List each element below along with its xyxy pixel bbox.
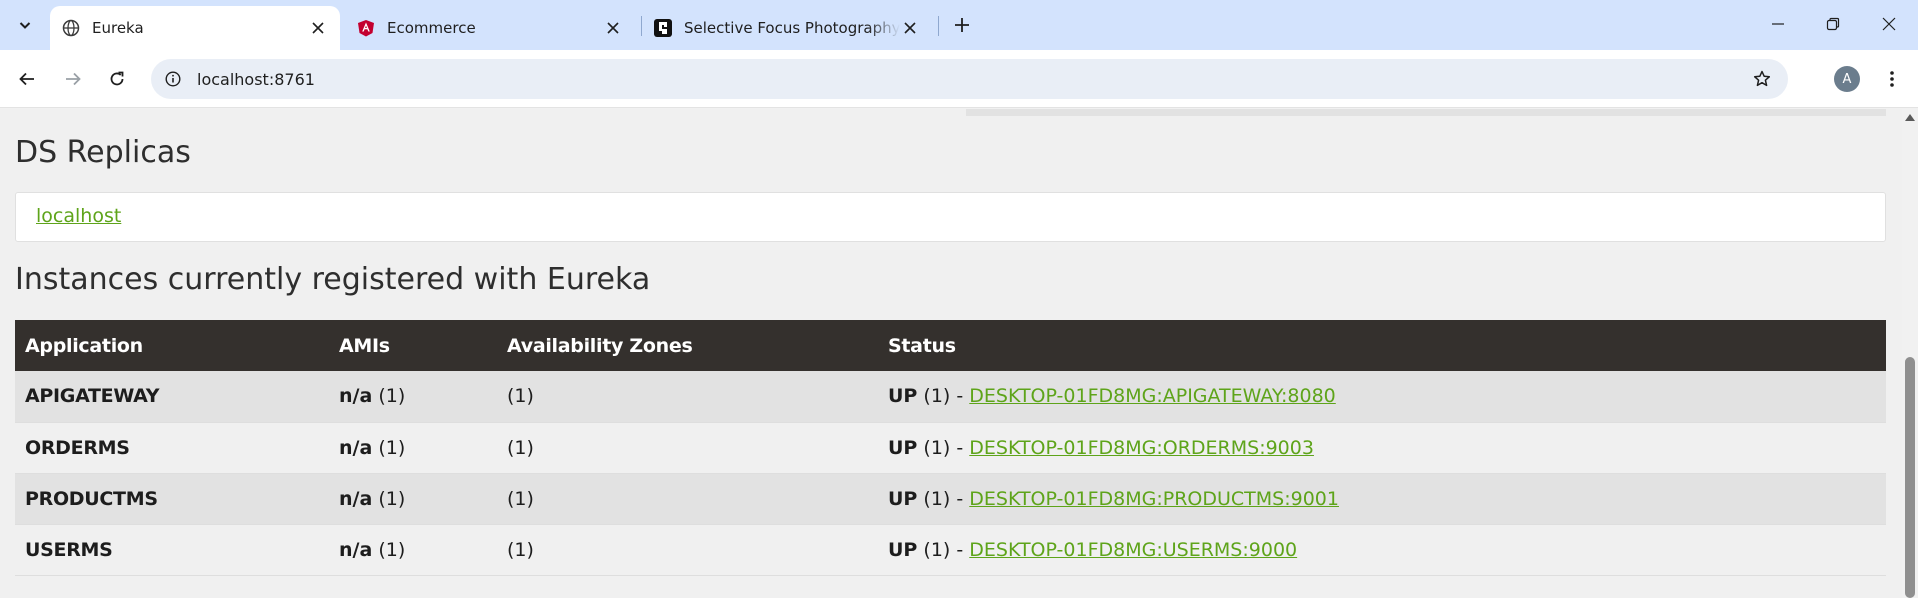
instance-link[interactable]: DESKTOP-01FD8MG:USERMS:9000 [969, 539, 1297, 561]
new-tab-button[interactable] [947, 10, 977, 40]
availability-zones-cell: (1) [497, 422, 878, 474]
forward-button[interactable] [57, 63, 89, 95]
instance-link[interactable]: DESKTOP-01FD8MG:ORDERMS:9003 [969, 437, 1314, 459]
application-name: APIGATEWAY [15, 371, 329, 423]
replica-link[interactable]: localhost [36, 205, 121, 227]
tab-strip: Eureka Ecommerce Selective Focus Photogr… [0, 0, 1918, 50]
table-header-row: Application AMIs Availability Zones Stat… [15, 320, 1886, 371]
tab-search-button[interactable] [10, 10, 40, 40]
ami-count: (1) [378, 436, 406, 459]
ami-count: (1) [378, 487, 406, 510]
bookmark-star-icon[interactable] [1752, 69, 1772, 89]
availability-zones-cell: (1) [497, 371, 878, 423]
tab-selective-focus[interactable]: Selective Focus Photography of [642, 6, 932, 50]
close-window-button[interactable] [1866, 4, 1912, 44]
page-scrollbar[interactable] [1902, 109, 1918, 598]
table-row: ORDERMS n/a (1) (1) UP (1) - DESKTOP-01F… [15, 422, 1886, 474]
header-status: Status [878, 320, 1886, 371]
application-name: ORDERMS [15, 422, 329, 474]
arrow-left-icon [19, 72, 34, 86]
minimize-button[interactable] [1755, 4, 1801, 44]
status-label: UP [888, 436, 918, 459]
ami-count: (1) [378, 385, 406, 408]
ami-count: (1) [378, 538, 406, 561]
instance-link[interactable]: DESKTOP-01FD8MG:APIGATEWAY:8080 [969, 385, 1336, 407]
amis-cell: n/a (1) [329, 524, 497, 576]
address-bar[interactable]: localhost:8761 [151, 59, 1788, 99]
site-info-icon[interactable] [163, 69, 183, 89]
availability-zones-cell: (1) [497, 473, 878, 525]
restore-button[interactable] [1810, 4, 1856, 44]
amis-cell: n/a (1) [329, 422, 497, 474]
ami-label: n/a [339, 487, 373, 510]
status-cell: UP (1) - DESKTOP-01FD8MG:USERMS:9000 [878, 524, 1886, 576]
url-text: localhost:8761 [197, 69, 315, 89]
availability-zones-cell: (1) [497, 524, 878, 576]
tab-separator [938, 16, 939, 36]
application-name: PRODUCTMS [15, 473, 329, 525]
browser-menu-button[interactable] [1880, 63, 1904, 95]
instance-link[interactable]: DESKTOP-01FD8MG:PRODUCTMS:9001 [969, 488, 1339, 510]
status-label: UP [888, 385, 918, 408]
amis-cell: n/a (1) [329, 473, 497, 525]
browser-toolbar: localhost:8761 A [0, 50, 1918, 108]
tab-title: Selective Focus Photography of [684, 19, 900, 37]
angular-icon [357, 19, 375, 37]
ami-label: n/a [339, 436, 373, 459]
globe-icon [62, 19, 80, 37]
status-cell: UP (1) - DESKTOP-01FD8MG:APIGATEWAY:8080 [878, 371, 1886, 423]
reload-button[interactable] [101, 63, 133, 95]
status-count: (1) - [923, 385, 964, 408]
tab-title: Eureka [92, 19, 144, 37]
close-tab-icon[interactable] [308, 18, 328, 38]
status-count: (1) - [923, 436, 964, 459]
tab-eureka[interactable]: Eureka [50, 6, 340, 50]
header-application: Application [15, 320, 329, 371]
profile-avatar[interactable]: A [1834, 66, 1860, 92]
previous-section-remnant [966, 109, 1886, 116]
chevron-down-icon [19, 22, 31, 29]
scrollbar-thumb[interactable] [1905, 357, 1915, 598]
close-tab-icon[interactable] [900, 18, 920, 38]
unsplash-icon [654, 19, 672, 37]
restore-icon [1826, 17, 1840, 31]
status-count: (1) - [923, 538, 964, 561]
status-cell: UP (1) - DESKTOP-01FD8MG:ORDERMS:9003 [878, 422, 1886, 474]
replicas-panel: localhost [15, 192, 1886, 242]
plus-icon [955, 18, 969, 32]
ami-label: n/a [339, 538, 373, 561]
table-row: PRODUCTMS n/a (1) (1) UP (1) - DESKTOP-0… [15, 473, 1886, 525]
more-vertical-icon [1890, 71, 1894, 87]
status-label: UP [888, 538, 918, 561]
reload-icon [110, 71, 124, 86]
ds-replicas-heading: DS Replicas [15, 135, 191, 170]
amis-cell: n/a (1) [329, 371, 497, 423]
page-content: DS Replicas localhost Instances currentl… [0, 109, 1902, 598]
instances-heading: Instances currently registered with Eure… [15, 262, 651, 297]
tab-ecommerce[interactable]: Ecommerce [345, 6, 635, 50]
table-row: APIGATEWAY n/a (1) (1) UP (1) - DESKTOP-… [15, 371, 1886, 423]
scroll-up-arrow-icon[interactable] [1905, 114, 1915, 121]
application-name: USERMS [15, 524, 329, 576]
tab-title: Ecommerce [387, 19, 476, 37]
ami-label: n/a [339, 385, 373, 408]
instances-table: Application AMIs Availability Zones Stat… [15, 320, 1886, 576]
close-tab-icon[interactable] [603, 18, 623, 38]
status-label: UP [888, 487, 918, 510]
back-button[interactable] [11, 63, 43, 95]
minimize-icon [1772, 23, 1784, 25]
status-count: (1) - [923, 487, 964, 510]
close-icon [1882, 17, 1896, 31]
avatar-letter: A [1842, 71, 1852, 87]
arrow-right-icon [66, 72, 81, 86]
header-availability-zones: Availability Zones [497, 320, 878, 371]
table-row: USERMS n/a (1) (1) UP (1) - DESKTOP-01FD… [15, 524, 1886, 576]
status-cell: UP (1) - DESKTOP-01FD8MG:PRODUCTMS:9001 [878, 473, 1886, 525]
header-amis: AMIs [329, 320, 497, 371]
